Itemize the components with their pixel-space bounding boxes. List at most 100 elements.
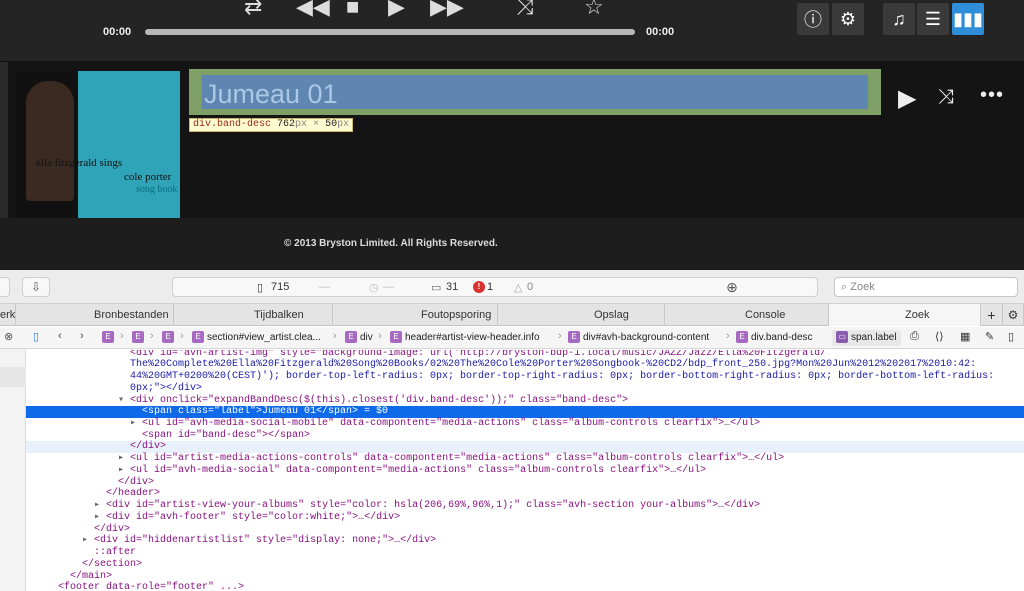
shuffle-icon[interactable]: ⤨	[516, 0, 534, 18]
crumb-separator: ›	[333, 330, 337, 342]
star-icon[interactable]: ☆	[584, 0, 604, 18]
breadcrumb-header[interactable]: Eheader#artist-view-header.info	[390, 330, 540, 346]
next-icon[interactable]: ▶▶	[430, 0, 464, 18]
warning-count[interactable]: 0	[527, 281, 533, 293]
error-count[interactable]: 1	[487, 281, 493, 293]
tooltip-unit: px	[337, 119, 350, 130]
play-icon[interactable]: ▶	[388, 0, 405, 18]
settings-gear-icon[interactable]: ⚙	[1003, 304, 1024, 326]
dom-text: 44%20GMT+0200%20(CEST)'); border-top-lef…	[130, 371, 995, 382]
tab-label: Opslag	[594, 309, 629, 321]
stop-icon[interactable]: ■	[346, 0, 359, 18]
info-circle-icon[interactable]: ⓘ	[797, 3, 829, 35]
document-icon: ▯	[257, 282, 264, 294]
message-count[interactable]: 31	[446, 281, 458, 293]
breadcrumb-band-desc[interactable]: Ediv.band-desc	[736, 330, 813, 346]
tab-sources[interactable]: Bronbestanden	[16, 304, 174, 326]
dom-line[interactable]: ▸ <ul id="artist-media-actions-controls"…	[118, 453, 784, 465]
element-badge-icon: E	[390, 331, 402, 344]
braces-icon[interactable]: ⟨⟩	[935, 330, 944, 343]
dom-text: <div id="hiddenartistlist" style="displa…	[94, 535, 437, 546]
progress-bar[interactable]	[145, 29, 635, 35]
element-badge-icon: E	[192, 331, 204, 344]
breadcrumb-background-content[interactable]: Ediv#avh-background-content	[568, 330, 709, 346]
breadcrumb-element[interactable]: E	[162, 330, 177, 346]
music-note-icon[interactable]: ♫	[883, 3, 915, 35]
cover-text-line-2: cole porter	[124, 171, 172, 183]
dash-2: —	[383, 281, 394, 293]
repeat-icon[interactable]: ⇄	[244, 0, 262, 18]
print-icon[interactable]: ⎙	[910, 330, 919, 343]
tab-search[interactable]: Zoek	[829, 304, 981, 326]
grid-icon[interactable]: ▦	[960, 330, 970, 343]
tooltip-unit: px	[295, 119, 308, 130]
brush-icon[interactable]: ✎	[985, 330, 994, 343]
breadcrumb-section[interactable]: Esection#view_artist.clea...	[192, 330, 321, 346]
album-title: Jumeau 01	[204, 79, 338, 109]
inspector-tabs: erk Bronbestanden Tijdbalken Foutopspori…	[0, 304, 1024, 326]
shuffle-album-icon[interactable]: ⤨	[938, 86, 954, 109]
disclosure-triangle-icon[interactable]: ▸	[82, 535, 94, 546]
dom-line[interactable]: 44%20GMT+0200%20(CEST)'); border-top-lef…	[130, 371, 994, 383]
download-icon[interactable]: ⇩	[22, 277, 50, 297]
tab-elements[interactable]: erk	[0, 304, 16, 326]
disclosure-triangle-icon[interactable]: ▾	[118, 395, 130, 406]
disclosure-triangle-icon[interactable]: ▸	[130, 418, 142, 429]
gear-icon[interactable]: ⚙	[832, 3, 864, 35]
crumb-label: div	[360, 332, 373, 343]
dom-text: </header>	[106, 488, 161, 499]
cover-flow-icon[interactable]: ▮▮▮	[952, 3, 984, 35]
breadcrumb-element[interactable]: E	[102, 330, 117, 346]
dom-text: ::after	[94, 547, 137, 558]
forward-icon[interactable]: ›	[80, 330, 84, 342]
dom-line[interactable]: </section>	[82, 559, 142, 571]
dom-line[interactable]: ▸ <ul id="avh-media-social" data-compont…	[118, 465, 706, 477]
band-desc[interactable]: Jumeau 01	[189, 69, 881, 115]
message-icon[interactable]: ▭	[431, 281, 441, 294]
disclosure-triangle-icon[interactable]: ▸	[94, 500, 106, 511]
toolbar-button-left[interactable]	[0, 277, 10, 297]
add-tab-icon[interactable]: +	[981, 304, 1003, 326]
inspector-gutter	[0, 349, 26, 591]
dom-line[interactable]: The%20Complete%20Ella%20Fitzgerald%20Son…	[130, 359, 976, 371]
crosshair-icon[interactable]: ⊕	[718, 277, 746, 297]
dom-text: <div id="artist-view-your-albums" style=…	[106, 500, 761, 511]
dom-text: </div>	[118, 477, 155, 488]
disclosure-triangle-icon[interactable]: ▸	[118, 453, 130, 464]
sidebar-right-icon[interactable]: ▯	[1008, 330, 1014, 343]
dom-line[interactable]: ▸ <div id="hiddenartistlist" style="disp…	[82, 535, 436, 547]
dom-line[interactable]: 0px;"></div>	[130, 383, 202, 395]
copyright-text: © 2013 Bryston Limited. All Rights Reser…	[284, 238, 498, 249]
album-cover[interactable]: ella fitzgerald sings cole porter song b…	[16, 71, 180, 218]
dom-line[interactable]: <footer data-role="footer" ...>	[58, 582, 244, 591]
breadcrumb-element[interactable]: E	[132, 330, 147, 346]
dom-line[interactable]: ▸ <div id="artist-view-your-albums" styl…	[94, 500, 760, 512]
search-input[interactable]: ⌕ Zoek	[834, 277, 1018, 297]
inspector-size-tooltip: div.band-desc 762px × 50px	[189, 118, 354, 132]
disclosure-triangle-icon[interactable]: ▸	[94, 512, 106, 523]
sidebar-toggle-icon[interactable]: ▯	[33, 330, 39, 343]
dom-line[interactable]: </header>	[106, 488, 160, 500]
dom-line[interactable]: ▸ <div id="avh-footer" style="color:whit…	[94, 512, 400, 524]
more-icon[interactable]: •••	[980, 84, 1004, 107]
gutter-selection	[0, 367, 26, 387]
warning-icon[interactable]: △	[514, 281, 522, 294]
error-icon[interactable]: !	[473, 281, 485, 293]
tab-timelines[interactable]: Tijdbalken	[174, 304, 333, 326]
dom-text: </div>	[94, 524, 131, 535]
dom-line[interactable]: ::after	[94, 547, 136, 559]
play-album-icon[interactable]: ▶	[898, 84, 916, 113]
dom-line-selected[interactable]: <span class="label">Jumeau 01</span> = $…	[26, 406, 1024, 418]
list-icon[interactable]: ☰	[917, 3, 949, 35]
tab-console[interactable]: Console	[665, 304, 829, 326]
back-icon[interactable]: ‹	[58, 330, 62, 342]
breadcrumb-div[interactable]: Ediv	[345, 330, 373, 346]
dom-line[interactable]: ▸ <ul id="avh-media-social-mobile" data-…	[130, 418, 760, 430]
dom-line[interactable]: </div>	[26, 441, 1024, 453]
close-icon[interactable]: ⊗	[4, 330, 13, 343]
previous-icon[interactable]: ◀◀	[296, 0, 330, 18]
disclosure-triangle-icon[interactable]: ▸	[118, 465, 130, 476]
breadcrumb-span-label[interactable]: ▭ span.label	[832, 330, 901, 346]
tab-storage[interactable]: Opslag	[498, 304, 665, 326]
tab-debugger[interactable]: Foutopsporing	[333, 304, 498, 326]
